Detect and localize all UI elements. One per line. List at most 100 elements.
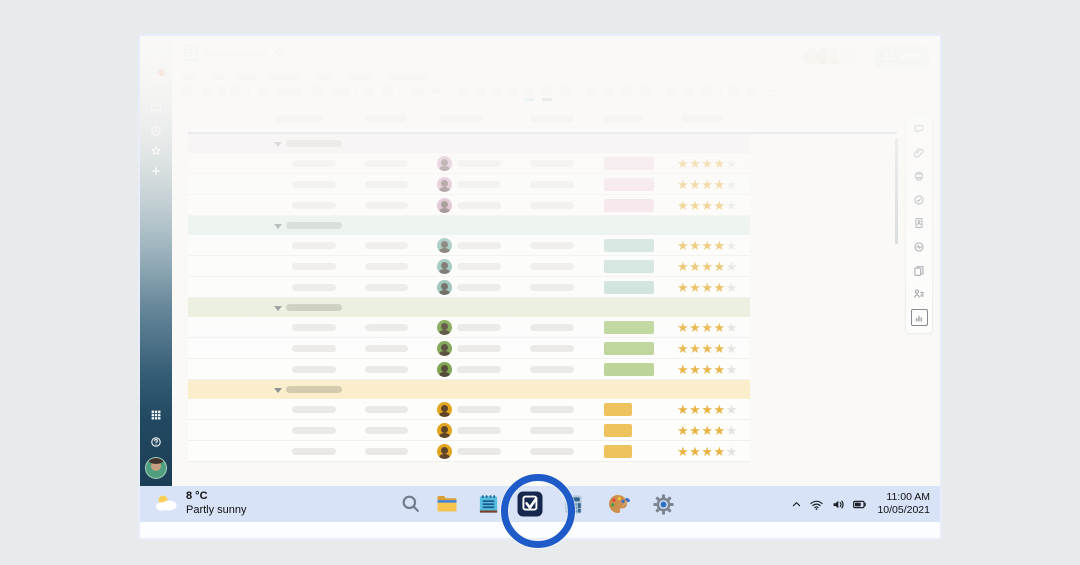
star-filled[interactable]: ★ (713, 423, 725, 438)
star-empty[interactable]: ★ (726, 320, 738, 335)
taskbar-icon-file-explorer[interactable] (434, 491, 460, 517)
star-filled[interactable]: ★ (713, 362, 725, 377)
status-pill[interactable] (604, 260, 654, 273)
star-filled[interactable]: ★ (713, 341, 725, 356)
star-filled[interactable]: ★ (689, 444, 701, 459)
sidebar-item-apps-grid[interactable] (140, 408, 172, 422)
favorite-star-icon[interactable] (273, 46, 286, 64)
star-filled[interactable]: ★ (701, 320, 713, 335)
column-header-placeholder[interactable] (681, 115, 723, 122)
toolbar-button-placeholder[interactable] (604, 86, 614, 96)
sidebar-item-home[interactable] (140, 46, 172, 60)
star-filled[interactable]: ★ (689, 280, 701, 295)
status-pill[interactable] (604, 199, 654, 212)
sidebar-item-help[interactable] (140, 435, 172, 449)
toolbar-button-placeholder[interactable] (492, 86, 502, 96)
toolbar-button-placeholder[interactable] (458, 86, 468, 96)
star-filled[interactable]: ★ (701, 423, 713, 438)
toolbar-button-placeholder[interactable] (312, 86, 322, 96)
table-row[interactable]: ★★★★★ (188, 153, 750, 174)
toolbar-button-placeholder[interactable] (542, 86, 552, 96)
toolbar-button-placeholder[interactable] (586, 86, 596, 96)
toolbar-button-placeholder[interactable] (383, 86, 393, 96)
column-header-placeholder[interactable] (530, 115, 574, 122)
taskbar-icon-notepad[interactable] (475, 491, 501, 517)
star-filled[interactable]: ★ (689, 362, 701, 377)
star-filled[interactable]: ★ (713, 198, 725, 213)
toolbar-button-placeholder[interactable] (524, 86, 534, 96)
star-rating[interactable]: ★★★★★ (677, 195, 738, 216)
menu-item-placeholder[interactable] (348, 73, 373, 80)
star-empty[interactable]: ★ (726, 423, 738, 438)
rail-user-permissions-icon[interactable] (911, 286, 928, 303)
taskbar-icon-search[interactable] (398, 491, 424, 517)
status-pill[interactable] (604, 445, 632, 458)
rail-comments-icon[interactable] (911, 121, 928, 138)
star-filled[interactable]: ★ (713, 320, 725, 335)
status-pill[interactable] (604, 281, 654, 294)
star-filled[interactable]: ★ (677, 423, 689, 438)
star-filled[interactable]: ★ (689, 198, 701, 213)
star-empty[interactable]: ★ (726, 341, 738, 356)
menu-item-placeholder[interactable] (210, 73, 225, 80)
tray-wifi-icon[interactable] (809, 498, 824, 511)
toolbar-button-placeholder[interactable] (217, 86, 227, 96)
star-empty[interactable]: ★ (726, 177, 738, 192)
star-filled[interactable]: ★ (677, 402, 689, 417)
star-rating[interactable]: ★★★★★ (677, 235, 738, 256)
table-row[interactable]: ★★★★★ (188, 338, 750, 359)
collapse-triangle-icon[interactable] (274, 306, 282, 311)
star-filled[interactable]: ★ (689, 402, 701, 417)
column-header-placeholder[interactable] (365, 115, 407, 122)
weather-widget[interactable]: 8 °C Partly sunny (154, 489, 247, 517)
toolbar-button-placeholder[interactable] (258, 86, 268, 96)
vertical-scrollbar[interactable] (895, 138, 898, 244)
table-row[interactable]: ★★★★★ (188, 277, 750, 298)
sidebar-item-notifications[interactable] (140, 72, 172, 86)
toolbar-button-placeholder[interactable] (728, 86, 738, 96)
star-filled[interactable]: ★ (677, 198, 689, 213)
column-header-placeholder[interactable] (603, 115, 643, 122)
star-rating[interactable]: ★★★★★ (677, 441, 738, 462)
toolbar-button-placeholder[interactable] (684, 86, 694, 96)
star-filled[interactable]: ★ (677, 341, 689, 356)
toolbar-button-placeholder[interactable] (622, 86, 632, 96)
table-row[interactable]: ★★★★★ (188, 195, 750, 216)
toolbar-button-placeholder[interactable] (640, 86, 650, 96)
toolbar-button-placeholder[interactable] (746, 86, 756, 96)
star-empty[interactable]: ★ (726, 402, 738, 417)
star-empty[interactable]: ★ (726, 198, 738, 213)
column-header-placeholder[interactable] (275, 115, 323, 122)
status-pill[interactable] (604, 363, 654, 376)
share-button[interactable] (875, 46, 929, 67)
toolbar-button-placeholder[interactable] (364, 86, 374, 96)
star-filled[interactable]: ★ (713, 156, 725, 171)
table-row[interactable]: ★★★★★ (188, 441, 750, 462)
rail-charts-icon[interactable] (911, 309, 928, 326)
group-header-row[interactable] (188, 380, 750, 399)
menu-item-placeholder[interactable] (182, 73, 198, 80)
collapse-triangle-icon[interactable] (274, 388, 282, 393)
star-empty[interactable]: ★ (726, 238, 738, 253)
toolbar-button-placeholder[interactable] (508, 86, 518, 96)
toolbar-control-placeholder[interactable] (331, 87, 351, 95)
star-empty[interactable]: ★ (726, 362, 738, 377)
toolbar-button-placeholder[interactable] (666, 86, 676, 96)
toolbar-button-placeholder[interactable] (476, 86, 486, 96)
star-filled[interactable]: ★ (689, 238, 701, 253)
star-filled[interactable]: ★ (701, 362, 713, 377)
collaborator-overflow[interactable] (838, 47, 857, 66)
star-filled[interactable]: ★ (701, 259, 713, 274)
table-row[interactable]: ★★★★★ (188, 359, 750, 380)
menu-item-placeholder[interactable] (237, 73, 257, 80)
collapse-triangle-icon[interactable] (274, 224, 282, 229)
sidebar-item-favorites[interactable] (140, 144, 172, 158)
star-rating[interactable]: ★★★★★ (677, 317, 738, 338)
taskbar-icon-settings[interactable] (650, 491, 676, 517)
status-pill[interactable] (604, 321, 654, 334)
toolbar-button-placeholder[interactable] (702, 86, 712, 96)
star-filled[interactable]: ★ (713, 259, 725, 274)
table-row[interactable]: ★★★★★ (188, 420, 750, 441)
star-filled[interactable]: ★ (677, 259, 689, 274)
star-filled[interactable]: ★ (689, 423, 701, 438)
